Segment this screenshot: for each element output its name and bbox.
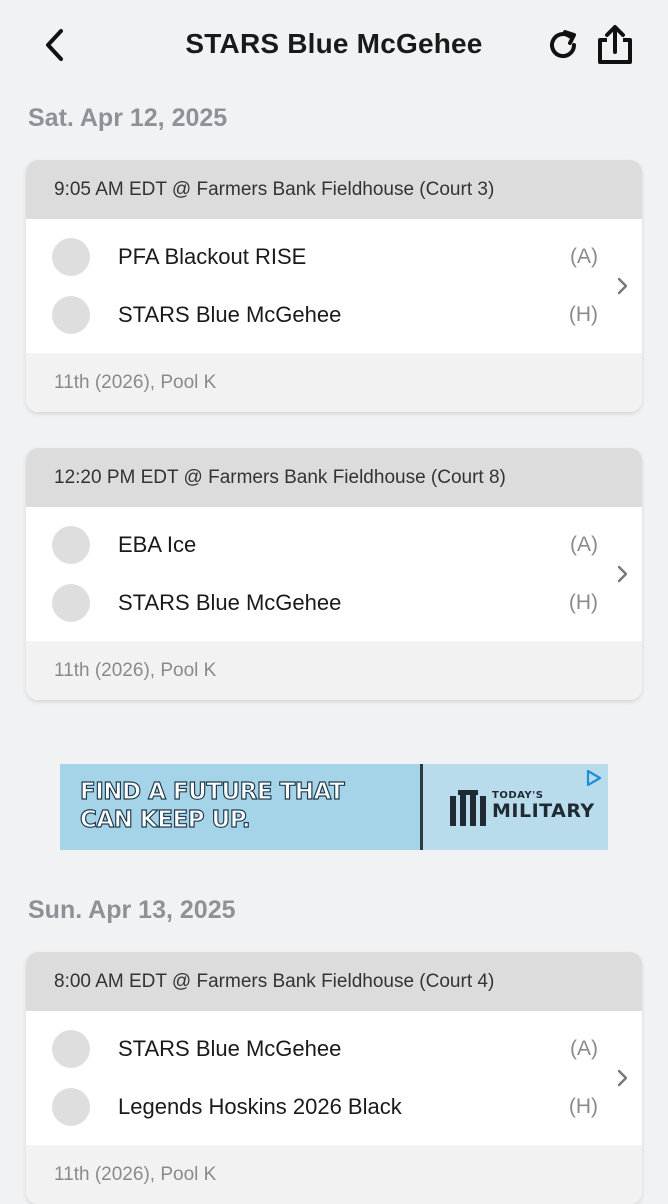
game-division: 11th (2026), Pool K	[26, 353, 642, 412]
team-row: STARS Blue McGehee (A)	[26, 1020, 616, 1078]
game-card[interactable]: 12:20 PM EDT @ Farmers Bank Fieldhouse (…	[26, 448, 642, 700]
app-header: STARS Blue McGehee	[0, 0, 668, 92]
ad-banner[interactable]: FIND A FUTURE THAT CAN KEEP UP. TODAY'S …	[60, 764, 608, 850]
team-logo	[52, 1088, 90, 1126]
game-card[interactable]: 9:05 AM EDT @ Farmers Bank Fieldhouse (C…	[26, 160, 642, 412]
game-division: 11th (2026), Pool K	[26, 1145, 642, 1204]
team-logo	[52, 296, 90, 334]
team-logo	[52, 1030, 90, 1068]
team-side: (A)	[570, 533, 598, 556]
team-name: STARS Blue McGehee	[118, 1036, 342, 1061]
share-icon	[598, 25, 632, 64]
team-row: PFA Blackout RISE (A)	[26, 228, 616, 286]
chevron-right-icon	[617, 565, 628, 583]
team-side: (A)	[570, 245, 598, 268]
game-division: 11th (2026), Pool K	[26, 641, 642, 700]
team-row: STARS Blue McGehee (H)	[26, 286, 616, 344]
share-button[interactable]	[592, 22, 638, 68]
game-time-location: 9:05 AM EDT @ Farmers Bank Fieldhouse (C…	[26, 160, 642, 219]
date-heading: Sat. Apr 12, 2025	[28, 104, 228, 132]
ad-headline-line: CAN KEEP UP.	[79, 806, 251, 833]
ad-headline-line: FIND A FUTURE THAT	[79, 778, 345, 805]
refresh-button[interactable]	[542, 24, 584, 66]
team-logo	[52, 526, 90, 564]
ad-headline: FIND A FUTURE THAT CAN KEEP UP.	[79, 778, 420, 834]
team-side: (A)	[570, 1037, 598, 1060]
team-name: STARS Blue McGehee	[118, 302, 342, 327]
game-teams: PFA Blackout RISE (A) STARS Blue McGehee…	[26, 219, 642, 353]
game-card[interactable]: 8:00 AM EDT @ Farmers Bank Fieldhouse (C…	[26, 952, 642, 1204]
game-teams: STARS Blue McGehee (A) Legends Hoskins 2…	[26, 1011, 642, 1145]
military-logo-icon	[450, 790, 486, 826]
game-time-location: 12:20 PM EDT @ Farmers Bank Fieldhouse (…	[26, 448, 642, 507]
team-name: EBA Ice	[118, 532, 197, 557]
team-side: (H)	[568, 1095, 598, 1118]
team-side: (H)	[568, 591, 598, 614]
chevron-right-icon	[617, 1069, 628, 1087]
date-heading: Sun. Apr 13, 2025	[28, 896, 236, 924]
ad-brand-line2: MILITARY	[492, 800, 595, 822]
team-logo	[52, 238, 90, 276]
team-row: Legends Hoskins 2026 Black (H)	[26, 1078, 616, 1136]
game-teams: EBA Ice (A) STARS Blue McGehee (H)	[26, 507, 642, 641]
chevron-right-icon	[617, 277, 628, 295]
team-logo	[52, 584, 90, 622]
team-row: EBA Ice (A)	[26, 516, 616, 574]
ad-divider	[420, 764, 423, 850]
team-name: PFA Blackout RISE	[118, 244, 307, 269]
team-name: Legends Hoskins 2026 Black	[118, 1094, 402, 1119]
refresh-icon	[550, 30, 577, 58]
ad-brand: TODAY'S MILITARY	[492, 790, 595, 821]
adchoices-icon[interactable]	[584, 768, 604, 788]
team-row: STARS Blue McGehee (H)	[26, 574, 616, 632]
team-name: STARS Blue McGehee	[118, 590, 342, 615]
team-side: (H)	[568, 303, 598, 326]
game-time-location: 8:00 AM EDT @ Farmers Bank Fieldhouse (C…	[26, 952, 642, 1011]
